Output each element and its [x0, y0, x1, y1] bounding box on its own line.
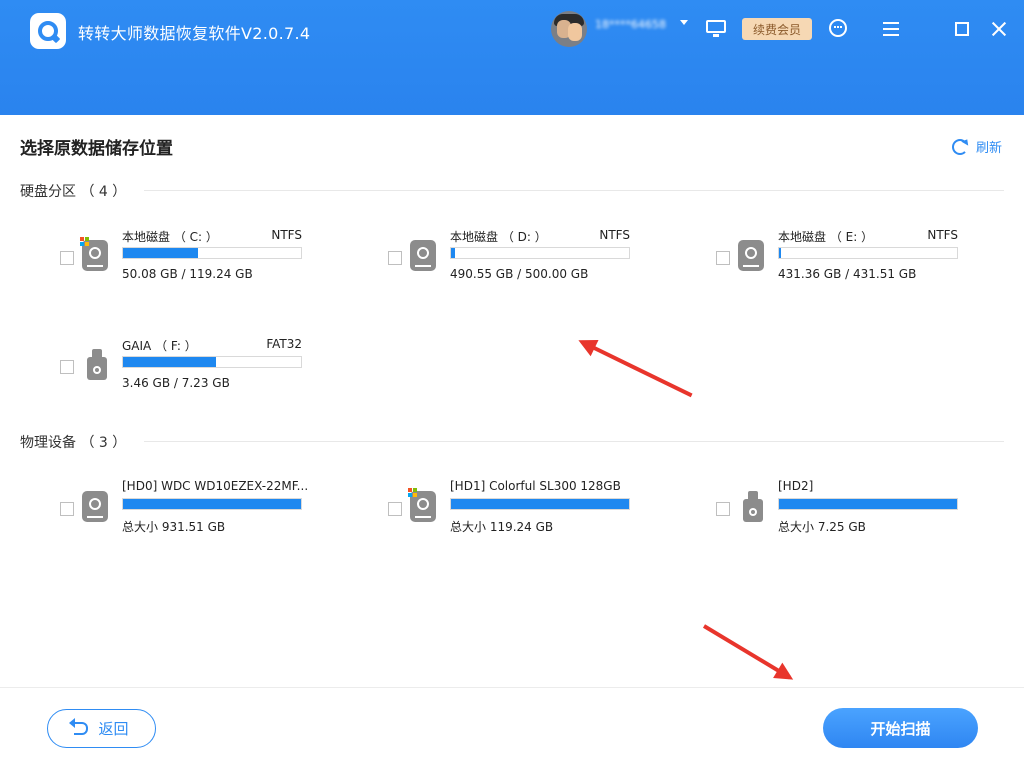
filesystem-label: NTFS: [271, 228, 302, 242]
customer-service-icon[interactable]: [829, 19, 847, 37]
hdd-icon: [82, 491, 108, 522]
windows-icon: [408, 488, 417, 497]
title-bar: 转转大师数据恢复软件V2.0.7.4 18****64658 续费会员: [0, 0, 1024, 115]
windows-icon: [80, 237, 89, 246]
back-label: 返回: [98, 720, 129, 738]
drive-name: 本地磁盘 （ D: ）: [450, 230, 547, 244]
username[interactable]: 18****64658: [595, 18, 675, 30]
checkbox[interactable]: [388, 251, 402, 265]
partition-item-d[interactable]: 本地磁盘 （ D: ） NTFS 490.55 GB / 500.00 GB: [388, 228, 638, 288]
app-logo-icon: [30, 13, 66, 49]
device-size: 总大小 7.25 GB: [778, 520, 866, 534]
drive-size: 3.46 GB / 7.23 GB: [122, 376, 230, 390]
filesystem-label: NTFS: [599, 228, 630, 242]
section-divider: [144, 441, 1004, 442]
annotation-arrow: [702, 624, 791, 680]
drive-size: 490.55 GB / 500.00 GB: [450, 267, 589, 281]
footer-divider: [0, 687, 1024, 688]
chevron-down-icon[interactable]: [680, 20, 688, 25]
device-item-hd2[interactable]: [HD2] 总大小 7.25 GB: [716, 479, 966, 539]
checkbox[interactable]: [716, 502, 730, 516]
device-name: [HD0] WDC WD10EZEX-22MF...: [122, 479, 309, 493]
checkbox[interactable]: [60, 360, 74, 374]
filesystem-label: NTFS: [927, 228, 958, 242]
drive-name: 本地磁盘 （ C: ）: [122, 230, 218, 244]
partition-item-e[interactable]: 本地磁盘 （ E: ） NTFS 431.36 GB / 431.51 GB: [716, 228, 966, 288]
hdd-icon: [738, 240, 764, 271]
usb-drive-icon: [743, 491, 763, 522]
usage-bar: [778, 247, 958, 259]
drive-name: 本地磁盘 （ E: ）: [778, 230, 874, 244]
device-size: 总大小 931.51 GB: [122, 520, 226, 534]
device-item-hd1[interactable]: [HD1] Colorful SL300 128GB 总大小 119.24 GB: [388, 479, 638, 539]
refresh-button[interactable]: 刷新: [952, 137, 1002, 156]
checkbox[interactable]: [60, 251, 74, 265]
usage-bar: [122, 498, 302, 510]
checkbox[interactable]: [716, 251, 730, 265]
devices-section-title: 物理设备 （ 3 ）: [20, 435, 127, 451]
menu-icon[interactable]: [883, 22, 899, 36]
partition-item-c[interactable]: 本地磁盘 （ C: ） NTFS 50.08 GB / 119.24 GB: [60, 228, 310, 288]
app-title: 转转大师数据恢复软件V2.0.7.4: [78, 24, 311, 43]
device-name: [HD2]: [778, 479, 814, 493]
partition-item-f[interactable]: GAIA （ F: ） FAT32 3.46 GB / 7.23 GB: [60, 337, 310, 397]
usage-bar: [450, 247, 630, 259]
partitions-section-title: 硬盘分区 （ 4 ）: [20, 184, 127, 200]
start-scan-button[interactable]: 开始扫描: [823, 708, 978, 748]
annotation-arrow: [581, 340, 693, 398]
drive-name: GAIA （ F: ）: [122, 339, 197, 353]
avatar[interactable]: [551, 11, 587, 47]
refresh-label: 刷新: [976, 141, 1003, 156]
maximize-icon[interactable]: [955, 22, 969, 36]
device-name: [HD1] Colorful SL300 128GB: [450, 479, 621, 493]
drive-size: 431.36 GB / 431.51 GB: [778, 267, 917, 281]
usage-bar: [122, 356, 302, 368]
refresh-icon: [952, 138, 968, 155]
checkbox[interactable]: [60, 502, 74, 516]
monitor-icon[interactable]: [706, 20, 726, 37]
usage-bar: [450, 498, 630, 510]
usb-drive-icon: [87, 349, 107, 380]
device-item-hd0[interactable]: [HD0] WDC WD10EZEX-22MF... 总大小 931.51 GB: [60, 479, 310, 539]
checkbox[interactable]: [388, 502, 402, 516]
renew-vip-button[interactable]: 续费会员: [742, 18, 812, 40]
filesystem-label: FAT32: [266, 337, 302, 351]
section-divider: [144, 190, 1004, 191]
usage-bar: [122, 247, 302, 259]
page-title: 选择原数据储存位置: [20, 139, 173, 159]
back-button[interactable]: 返回: [47, 709, 156, 748]
drive-size: 50.08 GB / 119.24 GB: [122, 267, 253, 281]
close-icon[interactable]: [991, 21, 1007, 37]
usage-bar: [778, 498, 958, 510]
undo-arrow-icon: [69, 718, 89, 735]
hdd-icon: [410, 240, 436, 271]
device-size: 总大小 119.24 GB: [450, 520, 554, 534]
